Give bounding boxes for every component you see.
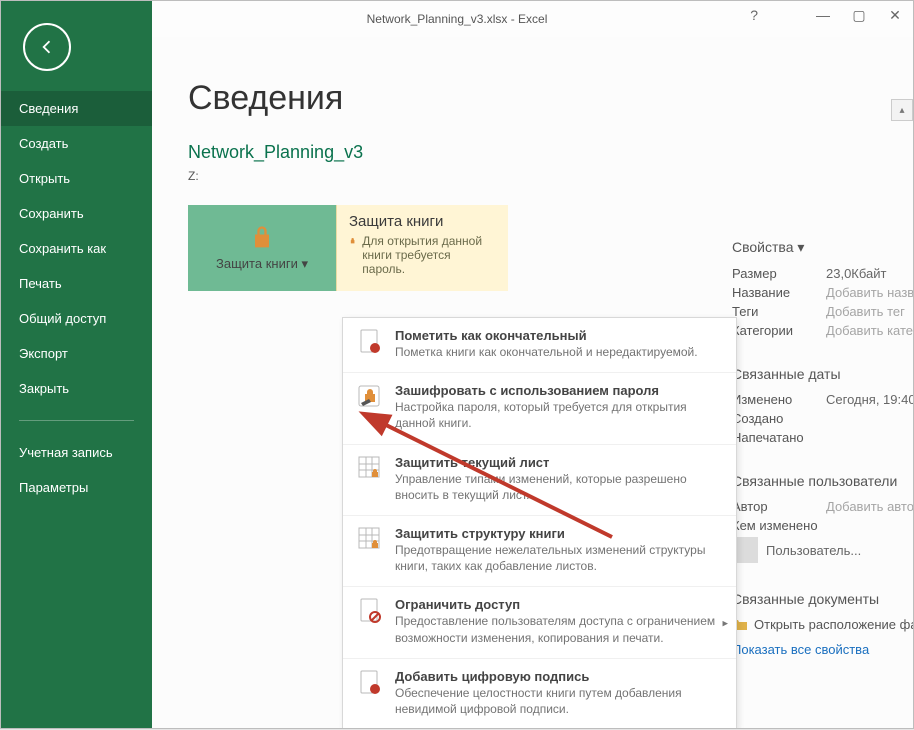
sidebar-item-save[interactable]: Сохранить (1, 196, 152, 231)
menu-item-title: Защитить текущий лист (395, 455, 722, 470)
arrow-left-icon (36, 36, 58, 58)
app-frame: Network_Planning_v3.xlsx - Excel ? — ▢ ✕… (1, 1, 913, 728)
restore-button[interactable]: ▢ (841, 1, 877, 29)
menu-item-protect-structure[interactable]: Защитить структуру книги Предотвращение … (343, 515, 736, 586)
menu-item-desc: Управление типами изменений, которые раз… (395, 471, 722, 503)
menu-item-restrict-access[interactable]: Ограничить доступ Предоставление пользов… (343, 586, 736, 657)
menu-item-title: Зашифровать с использованием пароля (395, 383, 722, 398)
sidebar-item-info[interactable]: Сведения (1, 91, 152, 126)
scrollbar-up-button[interactable]: ▴ (891, 99, 913, 121)
nav-list-footer: Учетная запись Параметры (1, 435, 152, 505)
signature-icon (357, 669, 383, 699)
sidebar-item-share[interactable]: Общий доступ (1, 301, 152, 336)
prop-row-size: Размер23,0Кбайт (732, 266, 913, 281)
encrypt-icon (357, 383, 383, 413)
sidebar-item-print[interactable]: Печать (1, 266, 152, 301)
protect-notice-title: Защита книги (349, 213, 496, 230)
menu-item-desc: Предоставление пользователям доступа с о… (395, 613, 722, 645)
menu-item-title: Пометить как окончательный (395, 328, 722, 343)
menu-item-mark-final[interactable]: Пометить как окончательный Пометка книги… (343, 318, 736, 372)
related-people-heading: Связанные пользователи (732, 473, 913, 489)
menu-item-encrypt-password[interactable]: Зашифровать с использованием пароля Наст… (343, 372, 736, 443)
sidebar-item-options[interactable]: Параметры (1, 470, 152, 505)
menu-item-title: Защитить структуру книги (395, 526, 722, 541)
minimize-button[interactable]: — (805, 1, 841, 29)
protect-notice-body: Для открытия данной книги требуется паро… (362, 234, 496, 276)
page-header: Сведения Network_Planning_v3 Z: (152, 37, 913, 183)
open-location-link[interactable]: Открыть расположение файла (732, 617, 913, 632)
protect-notice: Защита книги Для открытия данной книги т… (336, 205, 508, 291)
backstage-sidebar: Сведения Создать Открыть Сохранить Сохра… (1, 1, 152, 728)
protect-dropdown: Пометить как окончательный Пометка книги… (342, 317, 737, 728)
back-button[interactable] (23, 23, 71, 71)
prop-row-categories[interactable]: КатегорииДобавить категорию (732, 323, 913, 338)
menu-item-desc: Настройка пароля, который требуется для … (395, 399, 722, 431)
person-block: Пользователь... (732, 537, 913, 563)
lock-icon (248, 224, 276, 252)
menu-item-digital-signature[interactable]: Добавить цифровую подпись Обеспечение це… (343, 658, 736, 728)
prop-row-author[interactable]: АвторДобавить автора (732, 499, 913, 514)
prop-row-modified: ИзмененоСегодня, 19:40 (732, 392, 913, 407)
sidebar-item-open[interactable]: Открыть (1, 161, 152, 196)
restrict-icon (357, 597, 383, 627)
final-icon (357, 328, 383, 358)
lock-small-icon (349, 234, 356, 248)
sidebar-item-new[interactable]: Создать (1, 126, 152, 161)
properties-panel: Свойства ▾ Размер23,0Кбайт НазваниеДобав… (732, 239, 913, 657)
sidebar-item-account[interactable]: Учетная запись (1, 435, 152, 470)
window-buttons: — ▢ ✕ (805, 1, 913, 29)
menu-item-title: Ограничить доступ (395, 597, 722, 612)
show-all-properties-link[interactable]: Показать все свойства (732, 642, 913, 657)
prop-row-created: Создано (732, 411, 913, 426)
menu-item-desc: Обеспечение целостности книги путем доба… (395, 685, 722, 717)
sheet-icon (357, 455, 383, 485)
menu-item-title: Добавить цифровую подпись (395, 669, 722, 684)
protect-workbook-button[interactable]: Защита книги ▾ (188, 205, 336, 291)
menu-item-desc: Пометка книги как окончательной и нереда… (395, 344, 722, 360)
prop-row-printed: Напечатано (732, 430, 913, 445)
document-path: Z: (188, 169, 913, 183)
info-page: ▴ Сведения Network_Planning_v3 Z: Защита… (152, 37, 913, 728)
page-title: Сведения (188, 79, 913, 118)
close-button[interactable]: ✕ (877, 1, 913, 29)
document-name: Network_Planning_v3 (188, 142, 913, 163)
sidebar-item-save-as[interactable]: Сохранить как (1, 231, 152, 266)
help-button[interactable]: ? (750, 7, 758, 23)
related-docs-heading: Связанные документы (732, 591, 913, 607)
sidebar-divider (19, 420, 134, 421)
protect-button-caption: Защита книги ▾ (216, 256, 308, 272)
nav-list: Сведения Создать Открыть Сохранить Сохра… (1, 91, 152, 406)
related-dates-heading: Связанные даты (732, 366, 913, 382)
prop-row-last-modified-by: Кем изменено (732, 518, 913, 533)
sidebar-item-close[interactable]: Закрыть (1, 371, 152, 406)
workbook-icon (357, 526, 383, 556)
prop-row-tags[interactable]: ТегиДобавить тег (732, 304, 913, 319)
menu-item-protect-sheet[interactable]: Защитить текущий лист Управление типами … (343, 444, 736, 515)
properties-heading[interactable]: Свойства ▾ (732, 239, 913, 256)
prop-row-title[interactable]: НазваниеДобавить название (732, 285, 913, 300)
sidebar-item-export[interactable]: Экспорт (1, 336, 152, 371)
menu-item-desc: Предотвращение нежелательных изменений с… (395, 542, 722, 574)
